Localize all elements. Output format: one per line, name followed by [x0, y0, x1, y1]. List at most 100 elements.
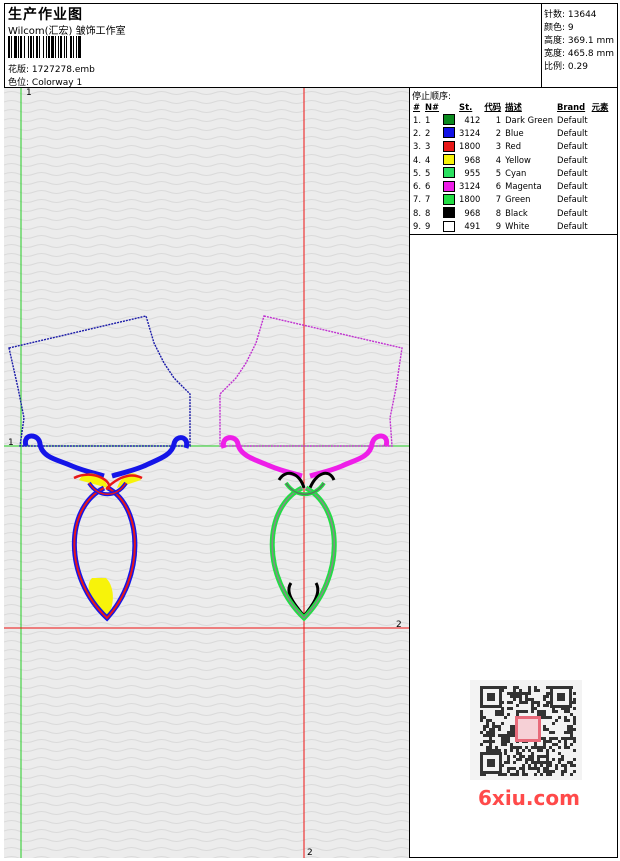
- row-swatch: [441, 219, 457, 232]
- row-description: Green: [505, 194, 531, 205]
- row-code: 4: [495, 154, 502, 165]
- row-number: 5: [425, 167, 431, 178]
- row-element: [590, 206, 611, 219]
- axis-label-v2: 2: [307, 848, 313, 858]
- row-element: [590, 113, 611, 126]
- row-swatch: [441, 140, 457, 153]
- row-code: 1: [495, 114, 502, 125]
- row-number: 1: [425, 114, 431, 125]
- thread-row: 3. 3 1800 3 Red Default: [411, 140, 610, 153]
- row-brand: Default: [557, 207, 588, 218]
- row-code: 5: [495, 167, 502, 178]
- thread-row: 6. 6 3124 6 Magenta Default: [411, 179, 610, 192]
- row-description: White: [505, 221, 530, 232]
- axis-label-h1: 1: [8, 438, 14, 448]
- embroidery-preview: [4, 88, 409, 858]
- row-element: [590, 166, 611, 179]
- row-brand: Default: [557, 181, 588, 192]
- fabric-texture: [4, 88, 409, 858]
- stat-width: 宽度: 465.8 mm: [544, 49, 615, 59]
- row-brand: Default: [557, 194, 588, 205]
- thread-row: 5. 5 955 5 Cyan Default: [411, 166, 610, 179]
- row-element: [590, 179, 611, 192]
- table-bottom-divider: [409, 234, 618, 235]
- color-swatch: [443, 220, 456, 232]
- axis-label-v1: 1: [26, 88, 32, 98]
- qr-code-graphic: [480, 686, 576, 776]
- row-element: [590, 219, 611, 232]
- row-number: 4: [425, 154, 431, 165]
- row-element: [590, 153, 611, 166]
- thread-row: 8. 8 968 8 Black Default: [411, 206, 610, 219]
- color-swatch: [443, 127, 456, 139]
- page-title: 生产作业图: [8, 7, 83, 23]
- row-index: 5.: [413, 167, 421, 178]
- qr-code: [470, 680, 582, 780]
- color-swatch: [443, 180, 456, 192]
- thread-row: 9. 9 491 9 White Default: [411, 219, 610, 232]
- row-element: [590, 140, 611, 153]
- col-number: N#: [425, 101, 440, 112]
- row-number: 6: [425, 181, 431, 192]
- col-brand: Brand: [557, 101, 586, 112]
- row-swatch: [441, 206, 457, 219]
- thread-row: 2. 2 3124 2 Blue Default: [411, 126, 610, 139]
- row-stitches: 1800: [459, 141, 481, 152]
- design-filename: 1727278.emb: [31, 65, 95, 75]
- row-stitches: 412: [464, 114, 481, 125]
- row-stitches: 3124: [459, 181, 481, 192]
- thread-row: 4. 4 968 4 Yellow Default: [411, 153, 610, 166]
- row-brand: Default: [557, 154, 588, 165]
- row-stitches: 968: [464, 207, 481, 218]
- axis-label-h2: 2: [396, 620, 402, 630]
- company-name: Wilcom(汇宏) 皱饰工作室: [8, 26, 126, 37]
- color-swatch: [443, 114, 456, 126]
- row-swatch: [441, 166, 457, 179]
- row-stitches: 955: [464, 167, 481, 178]
- row-brand: Default: [557, 127, 588, 138]
- row-code: 2: [495, 127, 502, 138]
- stat-stitches: 针数: 13644: [544, 10, 597, 20]
- color-swatch: [443, 207, 456, 219]
- row-index: 2.: [413, 127, 421, 138]
- design-label: 花版: 1727278.emb: [8, 65, 95, 75]
- row-description: Red: [505, 141, 522, 152]
- row-swatch: [441, 179, 457, 192]
- watermark-logo: 6xiu.com: [478, 786, 580, 810]
- col-element: 元素: [591, 101, 609, 112]
- thread-table: # N# St. 代码 描述 Brand 元素 1. 1 412 1 Dark Gree…: [411, 100, 610, 233]
- color-swatch: [443, 140, 456, 152]
- barcode: [8, 36, 142, 58]
- row-code: 7: [495, 194, 502, 205]
- color-swatch: [443, 154, 456, 166]
- row-swatch: [441, 126, 457, 139]
- row-number: 9: [425, 221, 431, 232]
- row-index: 9.: [413, 221, 421, 232]
- thread-table-header: # N# St. 代码 描述 Brand 元素: [411, 100, 610, 113]
- row-description: Cyan: [505, 167, 527, 178]
- thread-row: 1. 1 412 1 Dark Green Default: [411, 113, 610, 126]
- row-index: 4.: [413, 154, 421, 165]
- row-description: Black: [505, 207, 528, 218]
- row-code: 6: [495, 181, 502, 192]
- col-description: 描述: [505, 101, 522, 112]
- stat-scale: 比例: 0.29: [544, 62, 588, 72]
- row-number: 8: [425, 207, 431, 218]
- col-index: #: [413, 101, 421, 112]
- col-code: 代码: [484, 101, 502, 112]
- thread-row: 7. 7 1800 7 Green Default: [411, 193, 610, 206]
- row-stitches: 1800: [459, 194, 481, 205]
- row-swatch: [441, 153, 457, 166]
- design-canvas: [4, 88, 409, 858]
- row-element: [590, 126, 611, 139]
- row-swatch: [441, 113, 457, 126]
- row-stitches: 3124: [459, 127, 481, 138]
- row-stitches: 968: [464, 154, 481, 165]
- col-stitches: St.: [459, 101, 473, 112]
- row-element: [590, 193, 611, 206]
- row-brand: Default: [557, 167, 588, 178]
- color-swatch: [443, 193, 456, 205]
- row-index: 6.: [413, 181, 421, 192]
- row-description: Dark Green: [505, 114, 554, 125]
- row-index: 3.: [413, 141, 421, 152]
